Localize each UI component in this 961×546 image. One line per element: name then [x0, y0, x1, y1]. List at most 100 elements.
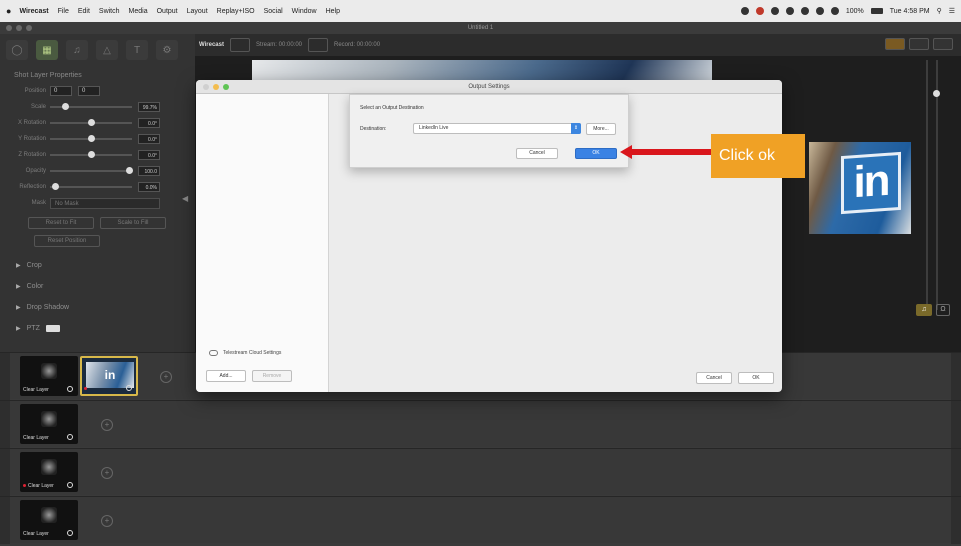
status-icon[interactable] [755, 7, 764, 15]
menu-media[interactable]: Media [129, 8, 148, 15]
remove-button[interactable]: Remove [252, 370, 292, 382]
zoom-button[interactable] [26, 25, 32, 31]
scale-to-fill-button[interactable]: Scale to Fill [100, 217, 166, 229]
slider-knob[interactable] [126, 167, 133, 174]
reflection-slider[interactable] [50, 183, 132, 190]
crop-section[interactable]: ▶ Crop [0, 255, 195, 276]
dialog-ok-button[interactable]: OK [738, 372, 774, 384]
more-button[interactable]: More... [586, 123, 616, 135]
x-rotation-value[interactable]: 0.0° [138, 118, 160, 128]
mask-dropdown[interactable]: No Mask [50, 197, 160, 209]
chevron-up-down-icon[interactable]: ⇕ [571, 123, 581, 134]
wifi-icon[interactable] [830, 7, 839, 15]
stream-button[interactable] [229, 38, 250, 52]
shot-thumbnail[interactable]: Clear Layer [20, 404, 78, 444]
reset-to-fit-button[interactable]: Reset to Fit [28, 217, 94, 229]
ptz-section[interactable]: ▶ PTZ [0, 318, 195, 339]
transform-tab-icon[interactable]: ▦ [36, 40, 58, 60]
destination-select[interactable]: LinkedIn Live ⇕ [413, 123, 581, 134]
menu-layout[interactable]: Layout [187, 8, 208, 15]
opacity-slider[interactable] [50, 167, 133, 174]
layer-handle[interactable] [0, 401, 10, 448]
layout-button[interactable] [933, 38, 953, 50]
menu-help[interactable]: Help [326, 8, 340, 15]
layer-handle[interactable] [0, 353, 10, 400]
minimize-button[interactable] [16, 25, 22, 31]
layout-button[interactable] [909, 38, 929, 50]
shot-thumbnail[interactable]: Clear Layer [20, 356, 78, 396]
ptz-toggle[interactable] [45, 325, 60, 332]
y-rotation-value[interactable]: 0.0° [138, 134, 160, 144]
layer-tab-icon[interactable]: ◯ [6, 40, 28, 60]
layer-handle[interactable] [0, 449, 10, 496]
slider-knob[interactable] [62, 103, 69, 110]
shot-thumbnail[interactable]: Clear Layer [20, 452, 78, 492]
shot-settings-icon[interactable] [67, 434, 73, 440]
apple-icon[interactable]: ● [6, 6, 11, 16]
add-shot-icon[interactable]: + [101, 515, 113, 527]
speaker-icon[interactable]: ♫ [916, 304, 932, 316]
status-icon[interactable] [740, 7, 749, 15]
shot-thumbnail[interactable]: Clear Layer [20, 500, 78, 540]
menu-replay-iso[interactable]: Replay+ISO [217, 8, 255, 15]
collapse-panel-icon[interactable]: ◀ [182, 194, 188, 203]
menu-edit[interactable]: Edit [78, 8, 90, 15]
x-rotation-slider[interactable] [50, 119, 132, 126]
slider-knob[interactable] [52, 183, 59, 190]
position-x-field[interactable]: 0 [50, 86, 72, 96]
text-tab-icon[interactable]: T [126, 40, 148, 60]
record-button[interactable] [308, 38, 328, 52]
add-shot-icon[interactable]: + [160, 371, 172, 383]
volume-knob[interactable] [933, 90, 940, 97]
slider-knob[interactable] [88, 119, 95, 126]
dialog-close-button[interactable] [203, 84, 209, 90]
layer-handle-right[interactable] [951, 449, 961, 496]
cloud-settings-link[interactable]: Telestream Cloud Settings [209, 350, 281, 356]
menu-app-name[interactable]: Wirecast [19, 8, 48, 15]
scale-slider[interactable] [50, 103, 132, 110]
close-button[interactable] [6, 25, 12, 31]
shot-settings-icon[interactable] [67, 530, 73, 536]
headphones-icon[interactable]: Ω [936, 304, 950, 316]
menu-output[interactable]: Output [157, 8, 178, 15]
shot-settings-icon[interactable] [67, 482, 73, 488]
shot-thumbnail-linkedin[interactable]: in [80, 356, 138, 396]
clock[interactable]: Tue 4:58 PM [890, 8, 930, 15]
dropbox-icon[interactable] [785, 7, 794, 15]
source-tab-icon[interactable]: △ [96, 40, 118, 60]
audio-tab-icon[interactable]: ♫ [66, 40, 88, 60]
layer-handle-right[interactable] [951, 401, 961, 448]
drop-shadow-section[interactable]: ▶ Drop Shadow [0, 297, 195, 318]
slider-knob[interactable] [88, 151, 95, 158]
scale-value[interactable]: 99.7% [138, 102, 160, 112]
dialog-cancel-button[interactable]: Cancel [696, 372, 732, 384]
battery-icon[interactable] [870, 8, 883, 14]
settings-tab-icon[interactable]: ⚙ [156, 40, 178, 60]
sheet-ok-button[interactable]: OK [575, 148, 617, 159]
status-icon[interactable] [770, 7, 779, 15]
reflection-value[interactable]: 0.0% [138, 182, 160, 192]
status-icon[interactable] [800, 7, 809, 15]
notification-icon[interactable]: ☰ [949, 7, 955, 15]
z-rotation-value[interactable]: 0.0° [138, 150, 160, 160]
bluetooth-icon[interactable] [815, 7, 824, 15]
z-rotation-slider[interactable] [50, 151, 132, 158]
menu-switch[interactable]: Switch [99, 8, 120, 15]
dialog-minimize-button[interactable] [213, 84, 219, 90]
add-shot-icon[interactable]: + [101, 467, 113, 479]
layer-handle[interactable] [0, 497, 10, 544]
slider-knob[interactable] [88, 135, 95, 142]
spotlight-icon[interactable]: ⚲ [937, 7, 942, 15]
layout-button[interactable] [885, 38, 905, 50]
layer-handle-right[interactable] [951, 353, 961, 400]
menu-file[interactable]: File [58, 8, 69, 15]
reset-position-button[interactable]: Reset Position [34, 235, 100, 247]
add-button[interactable]: Add... [206, 370, 246, 382]
dialog-zoom-button[interactable] [223, 84, 229, 90]
menu-social[interactable]: Social [264, 8, 283, 15]
y-rotation-slider[interactable] [50, 135, 132, 142]
add-shot-icon[interactable]: + [101, 419, 113, 431]
color-section[interactable]: ▶ Color [0, 276, 195, 297]
menu-window[interactable]: Window [292, 8, 317, 15]
shot-settings-icon[interactable] [126, 385, 132, 391]
